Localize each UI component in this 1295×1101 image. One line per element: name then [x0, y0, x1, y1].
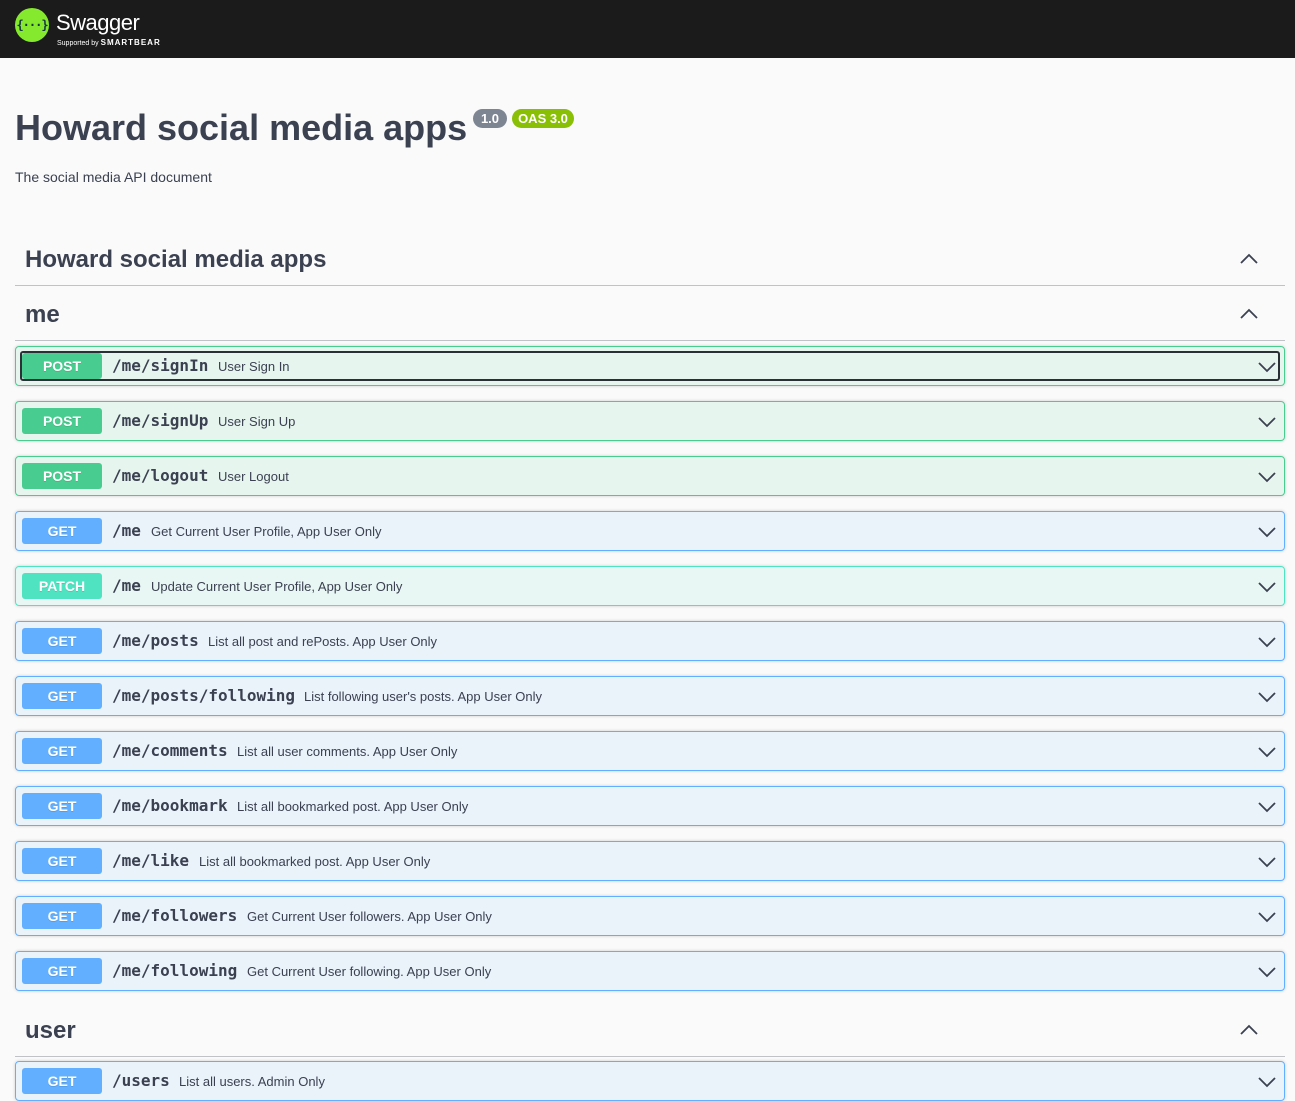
operation-summary: User Logout	[218, 469, 289, 484]
operation-post-me-signup[interactable]: POST /me/signUp User Sign Up	[15, 401, 1285, 441]
operation-summary: List following user's posts. App User On…	[304, 689, 543, 704]
operation-summary: Get Current User Profile, App User Only	[151, 524, 382, 539]
operation-patch-me[interactable]: PATCH /me Update Current User Profile, A…	[15, 566, 1285, 606]
method-badge: GET	[22, 958, 102, 984]
operation-path: /me/posts	[112, 631, 199, 650]
operation-summary: User Sign Up	[218, 414, 296, 429]
chevron-down-icon[interactable]	[1257, 1075, 1277, 1089]
operation-summary: List all bookmarked post. App User Only	[199, 854, 431, 869]
tag-section-howard-social-media-apps[interactable]: Howard social media apps	[15, 231, 1285, 286]
operation-path: /users	[112, 1071, 170, 1090]
operation-summary: Get Current User following. App User Onl…	[247, 964, 492, 979]
tag-section-user[interactable]: user	[15, 1002, 1285, 1057]
operation-path: /me/signUp	[112, 411, 209, 430]
operation-path: /me/followers	[112, 906, 238, 925]
oas-badge: OAS 3.0	[512, 109, 574, 128]
operation-path: /me/signIn	[112, 356, 209, 375]
operation-get-me-following[interactable]: GET /me/following Get Current User follo…	[15, 951, 1285, 991]
operation-summary: List all post and rePosts. App User Only	[208, 634, 438, 649]
operation-get-me-posts-following[interactable]: GET /me/posts/following List following u…	[15, 676, 1285, 716]
operation-get-users[interactable]: GET /users List all users. Admin Only	[15, 1061, 1285, 1101]
method-badge: GET	[22, 628, 102, 654]
operation-path: /me	[112, 576, 141, 595]
operation-summary: Get Current User followers. App User Onl…	[247, 909, 492, 924]
smartbear-text: SMARTBEAR	[100, 38, 161, 47]
method-badge: POST	[22, 353, 102, 379]
tag-title: Howard social media apps	[25, 246, 327, 273]
operation-get-me-bookmark[interactable]: GET /me/bookmark List all bookmarked pos…	[15, 786, 1285, 826]
operation-post-me-signin[interactable]: POST /me/signIn User Sign In	[15, 346, 1285, 386]
operation-path: /me/bookmark	[112, 796, 228, 815]
operation-get-me-followers[interactable]: GET /me/followers Get Current User follo…	[15, 896, 1285, 936]
operation-get-me[interactable]: GET /me Get Current User Profile, App Us…	[15, 511, 1285, 551]
operation-summary: List all users. Admin Only	[179, 1074, 325, 1089]
chevron-down-icon[interactable]	[1257, 855, 1277, 869]
chevron-down-icon[interactable]	[1257, 580, 1277, 594]
operation-summary: User Sign In	[218, 359, 290, 374]
operation-get-me-like[interactable]: GET /me/like List all bookmarked post. A…	[15, 841, 1285, 881]
operation-path: /me/logout	[112, 466, 209, 485]
method-badge: POST	[22, 408, 102, 434]
brand-name[interactable]: Swagger	[56, 10, 140, 36]
operation-summary: Update Current User Profile, App User On…	[151, 579, 403, 594]
api-description: The social media API document	[15, 169, 212, 185]
method-badge: GET	[22, 903, 102, 929]
operation-path: /me/following	[112, 961, 238, 980]
operation-post-me-logout[interactable]: POST /me/logout User Logout	[15, 456, 1285, 496]
method-badge: GET	[22, 518, 102, 544]
method-badge: GET	[22, 683, 102, 709]
operation-path: /me/comments	[112, 741, 228, 760]
chevron-up-icon[interactable]	[1239, 252, 1259, 266]
version-badge: 1.0	[473, 109, 507, 128]
supported-by-text: Supported by	[57, 40, 99, 47]
chevron-down-icon[interactable]	[1257, 745, 1277, 759]
focus-ring	[20, 351, 1280, 381]
topbar: {···} Swagger Supported by SMARTBEAR	[0, 0, 1295, 58]
brand-tagline: Supported by SMARTBEAR	[57, 39, 161, 48]
method-badge: GET	[22, 793, 102, 819]
method-badge: GET	[22, 738, 102, 764]
method-badge: PATCH	[22, 573, 102, 599]
operation-summary: List all bookmarked post. App User Only	[237, 799, 469, 814]
chevron-up-icon[interactable]	[1239, 1023, 1259, 1037]
operation-path: /me/like	[112, 851, 190, 870]
chevron-down-icon[interactable]	[1257, 470, 1277, 484]
chevron-up-icon[interactable]	[1239, 307, 1259, 321]
method-badge: GET	[22, 848, 102, 874]
chevron-down-icon[interactable]	[1257, 690, 1277, 704]
operation-path: /me/posts/following	[112, 686, 296, 705]
api-title: Howard social media apps	[15, 107, 468, 148]
swagger-logo-icon[interactable]: {···}	[15, 8, 49, 42]
chevron-down-icon[interactable]	[1257, 415, 1277, 429]
tag-title: me	[25, 301, 60, 328]
chevron-down-icon[interactable]	[1257, 800, 1277, 814]
chevron-down-icon[interactable]	[1257, 525, 1277, 539]
operation-get-me-posts[interactable]: GET /me/posts List all post and rePosts.…	[15, 621, 1285, 661]
method-badge: POST	[22, 463, 102, 489]
chevron-down-icon[interactable]	[1257, 360, 1277, 374]
method-badge: GET	[22, 1068, 102, 1094]
operation-path: /me	[112, 521, 141, 540]
chevron-down-icon[interactable]	[1257, 635, 1277, 649]
operation-get-me-comments[interactable]: GET /me/comments List all user comments.…	[15, 731, 1285, 771]
chevron-down-icon[interactable]	[1257, 965, 1277, 979]
tag-section-me[interactable]: me	[15, 286, 1285, 341]
tag-title: user	[25, 1017, 76, 1044]
operation-summary: List all user comments. App User Only	[237, 744, 458, 759]
chevron-down-icon[interactable]	[1257, 910, 1277, 924]
